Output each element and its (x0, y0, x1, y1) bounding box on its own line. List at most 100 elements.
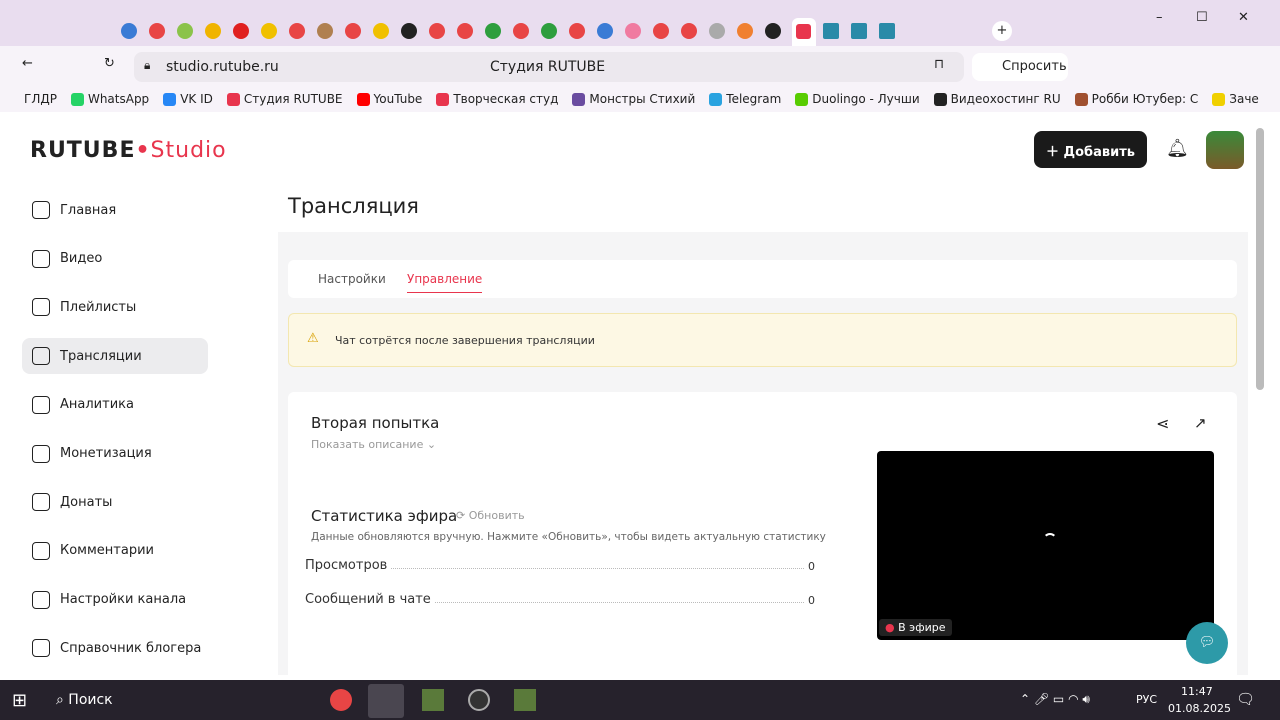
bookmark-item[interactable]: ГЛДР (24, 92, 57, 106)
tab-favicon[interactable] (317, 23, 333, 39)
app-taskbar-icon[interactable] (468, 689, 490, 711)
sidebar-icon (32, 590, 50, 609)
logo[interactable]: RUTUBE•Studio (30, 138, 227, 163)
tab-favicon[interactable] (625, 23, 641, 39)
tab-favicon[interactable] (513, 23, 529, 39)
taskbar-search[interactable]: ⌕ Поиск (56, 692, 113, 708)
live-badge: ● В эфире (879, 619, 952, 636)
sidebar-item[interactable]: Видео (22, 241, 208, 277)
minimize-button[interactable]: – (1156, 10, 1163, 25)
sidebar-item[interactable]: Монетизация (22, 436, 208, 472)
bookmark-icon (356, 92, 370, 106)
sidebar-item[interactable]: Трансляции (22, 338, 208, 375)
page: RUTUBE•Studio ＋ Добавить 🔔︎ Трансляция Н… (6, 112, 1268, 675)
rutube-tab-icon[interactable] (796, 24, 811, 39)
language-indicator[interactable]: РУС (1136, 693, 1157, 706)
stat-value: 0 (808, 594, 815, 607)
page-scrollbar[interactable] (1256, 128, 1264, 390)
bookmark-item[interactable]: VK ID (163, 92, 213, 106)
bookmark-item[interactable]: Монстры Стихий (572, 92, 695, 106)
browser-taskbar-icon[interactable] (368, 684, 404, 718)
sidebar-item-label: Видео (60, 251, 103, 267)
bookmark-item[interactable]: WhatsApp (70, 92, 149, 106)
tab-favicon[interactable] (345, 23, 361, 39)
ask-label: Спросить (1002, 59, 1067, 74)
refresh-button[interactable]: ⟳ Обновить (456, 509, 525, 522)
start-button[interactable]: ⊞ (12, 690, 27, 711)
yandex-taskbar-icon[interactable] (330, 689, 352, 711)
tab-favicon[interactable] (457, 23, 473, 39)
bookmark-item[interactable]: Творческая студ (436, 92, 558, 106)
notifications-icon[interactable]: 🗨︎ (1236, 690, 1255, 708)
bookmark-item[interactable]: YouTube (356, 92, 422, 106)
tab-favicon[interactable] (569, 23, 585, 39)
video-player[interactable]: ● В эфире (877, 451, 1214, 640)
clock-time[interactable]: 11:47 (1181, 685, 1213, 698)
clock-date[interactable]: 01.08.2025 (1168, 702, 1231, 715)
bookmark-icon (709, 92, 723, 106)
tab-favicon[interactable] (261, 23, 277, 39)
back-icon[interactable]: ← (22, 56, 33, 71)
sidebar-item[interactable]: Аналитика (22, 387, 208, 423)
bookmark-icon[interactable]: ⊓ (934, 57, 944, 72)
tab-favicon[interactable] (823, 23, 839, 39)
tab-favicon[interactable] (653, 23, 669, 39)
bookmark-icon (1212, 92, 1226, 106)
tab-favicon[interactable] (597, 23, 613, 39)
reload-icon[interactable]: ↻ (104, 56, 115, 71)
warning-icon: ⚠ (307, 331, 319, 346)
tab-favicon[interactable] (177, 23, 193, 39)
tab-favicon[interactable] (205, 23, 221, 39)
tab-favicon[interactable] (851, 23, 867, 39)
tab-favicon[interactable] (289, 23, 305, 39)
bookmark-label: VK ID (180, 92, 213, 106)
bell-icon[interactable]: 🔔︎ (1166, 138, 1189, 159)
tab-favicon[interactable] (737, 23, 753, 39)
tab-favicon[interactable] (485, 23, 501, 39)
sidebar-item[interactable]: Комментарии (22, 533, 208, 569)
tab-favicon[interactable] (681, 23, 697, 39)
ask-button[interactable]: Спросить (972, 53, 1068, 81)
sidebar-item[interactable]: Главная (22, 192, 208, 228)
sidebar-item[interactable]: Настройки канала (22, 582, 208, 618)
loading-spinner-icon (1043, 533, 1057, 547)
minecraft-taskbar-icon[interactable] (422, 689, 444, 711)
minecraft-taskbar-icon[interactable] (514, 689, 536, 711)
sidebar-icon (32, 541, 50, 560)
tab-management[interactable]: Управление (407, 272, 483, 293)
tab-favicon[interactable] (121, 23, 137, 39)
tab-settings[interactable]: Настройки (318, 272, 386, 286)
tab-favicon[interactable] (401, 23, 417, 39)
bookmark-item[interactable]: Telegram (709, 92, 781, 106)
bookmark-item[interactable]: Duolingo - Лучши (795, 92, 920, 106)
maximize-button[interactable]: ☐ (1196, 10, 1208, 25)
tab-favicon[interactable] (149, 23, 165, 39)
tab-favicon[interactable] (765, 23, 781, 39)
sidebar-item-label: Главная (60, 202, 117, 218)
close-window-button[interactable]: ✕ (1238, 10, 1249, 25)
tab-favicon[interactable] (233, 23, 249, 39)
add-button[interactable]: ＋ Добавить (1034, 131, 1147, 168)
bookmark-item[interactable]: Робби Ютубер: С (1074, 92, 1198, 106)
tab-favicon[interactable] (879, 23, 895, 39)
share-icon[interactable]: ⋖ (1156, 414, 1169, 433)
tray-icons[interactable]: ⌃ 🎤︎ ▭ ◠ 🔊︎ (1020, 692, 1090, 707)
avatar[interactable] (1206, 131, 1244, 169)
bookmark-item[interactable]: Видеохостинг RU (933, 92, 1061, 106)
tab-favicon[interactable] (373, 23, 389, 39)
tab-favicon[interactable] (709, 23, 725, 39)
url-field[interactable]: 🔒︎ studio.rutube.ru Студия RUTUBE ⊓ (134, 52, 964, 82)
new-tab-button[interactable]: + (992, 21, 1012, 41)
tab-favicon[interactable] (541, 23, 557, 39)
bookmark-item[interactable]: Студия RUTUBE (226, 92, 343, 106)
bookmark-item[interactable]: Заче (1212, 92, 1259, 106)
taskbar: ⊞ ⌕ Поиск ⌃ 🎤︎ ▭ ◠ 🔊︎ РУС 11:47 01.08.20… (0, 680, 1280, 720)
sidebar-item[interactable]: Донаты (22, 484, 208, 520)
tab-favicon[interactable] (429, 23, 445, 39)
sidebar-item[interactable]: Плейлисты (22, 289, 208, 325)
stream-card: Вторая попытка Показать описание ⌄ ⋖ ↗ С… (288, 392, 1237, 675)
sidebar-item[interactable]: Справочник блогера (22, 630, 208, 666)
support-chat-button[interactable]: 💬︎ (1186, 622, 1228, 664)
external-link-icon[interactable]: ↗ (1194, 414, 1207, 432)
show-description-link[interactable]: Показать описание ⌄ (311, 438, 436, 451)
